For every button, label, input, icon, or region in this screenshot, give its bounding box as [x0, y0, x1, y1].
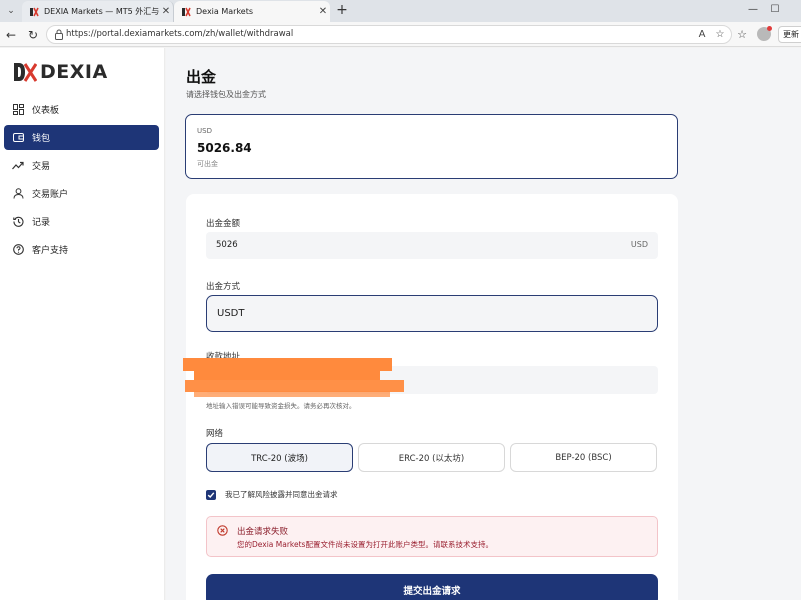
dexia-favicon-icon: [182, 7, 191, 16]
browser-tab-bar: ⌄ DEXIA Markets — MT5 外汇与 CFD ✕ Dexia Ma…: [0, 0, 801, 22]
browser-tab-dexia-mt5[interactable]: DEXIA Markets — MT5 外汇与 CFD ✕: [22, 1, 174, 22]
dexia-logo-mark-icon: [14, 63, 37, 82]
wallet-balance: 5026.84: [197, 141, 252, 155]
address-hint: 地址输入错误可能导致资金损失。请务必再次核对。: [206, 402, 356, 410]
sidebar-item-label: 交易: [32, 162, 51, 172]
main-content: 出金 请选择钱包及出金方式 USD 5026.84 可出金 出金金额 5026 …: [166, 48, 801, 600]
browser-address-bar: ← ↻ https://portal.dexiamarkets.com/zh/w…: [0, 22, 801, 47]
favorites-list-icon[interactable]: ☆: [734, 27, 750, 43]
dexia-favicon-icon: [30, 7, 39, 16]
sidebar-item-records[interactable]: 记录: [4, 209, 159, 234]
sidebar-item-label: 客户支持: [32, 246, 69, 256]
risk-agreement-label: 我已了解风险披露并同意出金请求: [225, 490, 338, 499]
network-label: 网络: [206, 429, 224, 439]
amount-input[interactable]: 5026 USD: [206, 232, 658, 259]
user-icon: [12, 188, 24, 200]
sidebar-item-trading-accounts[interactable]: 交易账户: [4, 181, 159, 206]
method-label: 出金方式: [206, 282, 241, 292]
tab-title: Dexia Markets: [196, 7, 254, 16]
tab-list-chevron-icon[interactable]: ⌄: [3, 3, 19, 19]
redaction-overlay: [194, 391, 390, 397]
profile-avatar[interactable]: [757, 26, 772, 41]
sidebar-item-label: 交易账户: [32, 190, 69, 200]
browser-update-button[interactable]: 更新: [778, 26, 801, 43]
page-subtitle: 请选择钱包及出金方式: [186, 90, 266, 99]
read-aloud-icon[interactable]: A: [695, 28, 709, 42]
url-field[interactable]: https://portal.dexiamarkets.com/zh/walle…: [46, 25, 732, 44]
amount-label: 出金金额: [206, 219, 241, 229]
risk-agreement-checkbox[interactable]: [206, 489, 216, 500]
favorite-star-icon[interactable]: ☆: [713, 28, 727, 42]
wallet-card-usd[interactable]: USD 5026.84 可出金: [185, 114, 678, 179]
amount-unit: USD: [630, 240, 648, 249]
wallet-icon: [12, 132, 24, 144]
network-option-bep20[interactable]: BEP-20 (BSC): [510, 443, 657, 472]
browser-tab-dexia-markets[interactable]: Dexia Markets ✕: [174, 1, 330, 22]
window-maximize-icon[interactable]: ☐: [766, 2, 784, 18]
tab-close-icon[interactable]: ✕: [159, 6, 173, 17]
site-info-icon[interactable]: [53, 28, 65, 41]
window-minimize-icon[interactable]: —: [744, 2, 762, 18]
tab-close-icon[interactable]: ✕: [316, 6, 330, 17]
sidebar-item-wallet[interactable]: 钱包: [4, 125, 159, 150]
submit-withdrawal-button[interactable]: 提交出金请求: [206, 574, 658, 600]
error-circle-x-icon: [217, 525, 228, 536]
wallet-available-label: 可出金: [197, 160, 218, 168]
dexia-logo[interactable]: DEXIA: [13, 60, 108, 84]
reload-icon[interactable]: ↻: [25, 27, 41, 43]
sidebar-item-label: 记录: [32, 218, 51, 228]
network-option-erc20[interactable]: ERC-20 (以太坊): [358, 443, 505, 472]
sidebar-item-label: 钱包: [32, 134, 51, 144]
error-title: 出金请求失败: [237, 527, 289, 537]
sidebar-item-trade[interactable]: 交易: [4, 153, 159, 178]
dashboard-icon: [12, 104, 24, 116]
withdrawal-method-select[interactable]: USDT: [206, 295, 658, 332]
sidebar-item-support[interactable]: 客户支持: [4, 237, 159, 262]
trend-icon: [12, 160, 24, 172]
notification-dot: [767, 26, 772, 31]
sidebar: DEXIA 仪表板 钱包 交易 交易账户 记录 客户支持: [0, 48, 165, 600]
sidebar-item-dashboard[interactable]: 仪表板: [4, 97, 159, 122]
new-tab-plus-icon[interactable]: +: [334, 2, 350, 19]
amount-value: 5026: [216, 240, 238, 250]
risk-agreement-row: 我已了解风险披露并同意出金请求: [206, 489, 338, 500]
checkmark-icon: [207, 491, 215, 498]
tab-title: DEXIA Markets — MT5 外汇与 CFD: [44, 7, 159, 16]
back-arrow-icon[interactable]: ←: [3, 27, 19, 43]
error-alert: 出金请求失败 您的Dexia Markets配置文件尚未设置为打开此账户类型。请…: [206, 516, 658, 557]
wallet-currency: USD: [197, 127, 212, 135]
withdrawal-form: 出金金额 5026 USD 出金方式 USDT 收款地址 地址输入错误可能导致资…: [183, 194, 678, 600]
logo-wordmark: DEXIA: [40, 61, 108, 83]
network-option-trc20[interactable]: TRC-20 (波场): [206, 443, 353, 472]
help-icon: [12, 244, 24, 256]
method-value: USDT: [217, 308, 245, 319]
history-icon: [12, 216, 24, 228]
page-title: 出金: [186, 68, 217, 86]
sidebar-item-label: 仪表板: [32, 106, 60, 116]
url-text: https://portal.dexiamarkets.com/zh/walle…: [66, 29, 294, 39]
error-message: 您的Dexia Markets配置文件尚未设置为打开此账户类型。请联系技术支持。: [237, 540, 493, 549]
redaction-overlay: [194, 370, 380, 380]
